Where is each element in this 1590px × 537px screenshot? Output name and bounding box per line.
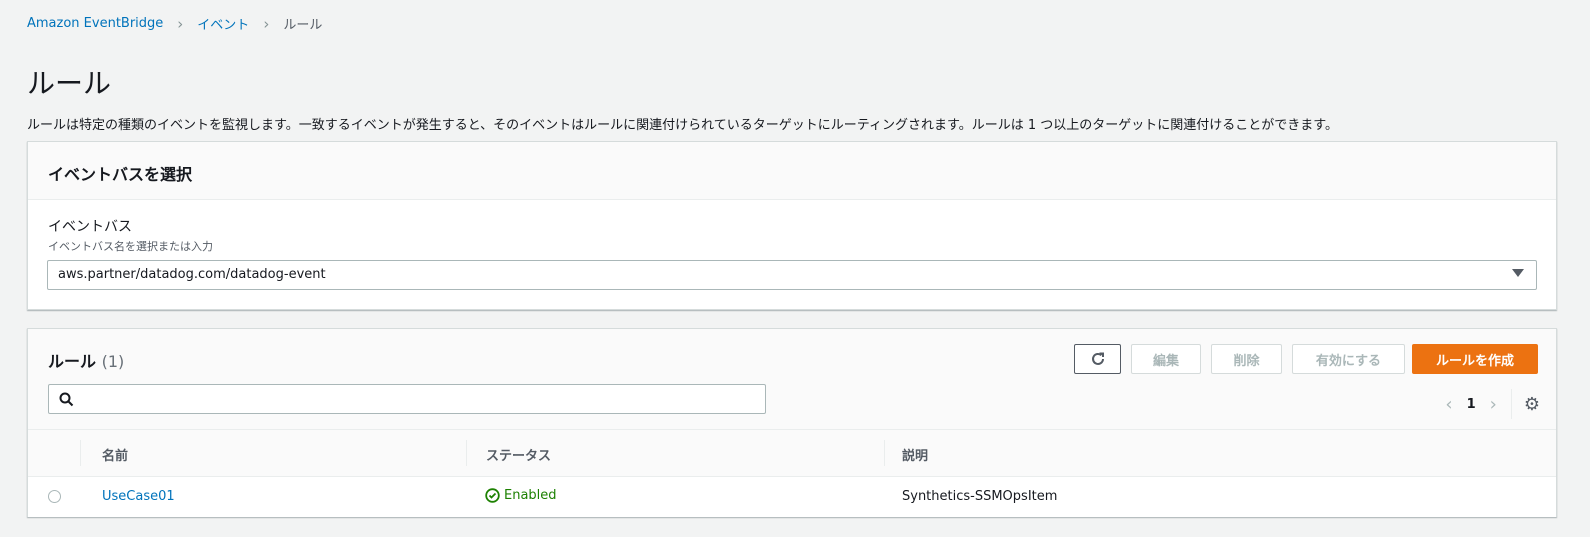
table-row[interactable]: UseCase01 Enabled Synthetics-SSMOpsItem — [28, 477, 1556, 517]
edit-button[interactable]: 編集 — [1131, 344, 1201, 374]
prev-page-icon[interactable]: ‹ — [1445, 394, 1452, 415]
next-page-icon[interactable]: › — [1490, 394, 1497, 415]
status-badge: Enabled — [485, 488, 557, 503]
chevron-right-icon: › — [177, 14, 184, 33]
eventbus-panel: イベントバスを選択 イベントバス イベントバス名を選択または入力 aws.par… — [27, 141, 1557, 310]
column-name[interactable]: 名前 — [102, 445, 128, 464]
breadcrumb: Amazon EventBridge › イベント › ルール — [27, 14, 323, 34]
refresh-button[interactable] — [1074, 344, 1121, 374]
search-input[interactable] — [48, 384, 766, 414]
table-header: 名前 ステータス 説明 — [28, 429, 1556, 477]
delete-button[interactable]: 削除 — [1211, 344, 1282, 374]
breadcrumb-events[interactable]: イベント — [197, 14, 249, 33]
eventbus-hint: イベントバス名を選択または入力 — [48, 240, 213, 253]
enable-button[interactable]: 有効にする — [1292, 344, 1405, 374]
rule-name-link[interactable]: UseCase01 — [102, 489, 175, 504]
check-circle-icon — [485, 488, 500, 503]
rules-title: ルール (1) — [48, 352, 125, 371]
column-description[interactable]: 説明 — [902, 445, 928, 464]
rules-panel: ルール (1) 編集 削除 有効にする ルールを作成 ‹ 1 › ⚙ 名前 ステ… — [27, 328, 1557, 517]
eventbus-panel-title: イベントバスを選択 — [28, 142, 1556, 200]
refresh-icon — [1091, 352, 1104, 365]
settings-gear-icon[interactable]: ⚙ — [1524, 394, 1540, 415]
page-description: ルールは特定の種類のイベントを監視します。一致するイベントが発生すると、そのイベ… — [27, 118, 1338, 133]
eventbus-select[interactable]: aws.partner/datadog.com/datadog-event — [47, 260, 1537, 290]
pagination: ‹ 1 › ⚙ — [1431, 389, 1540, 419]
search-icon — [59, 392, 74, 407]
eventbus-value: aws.partner/datadog.com/datadog-event — [58, 267, 326, 282]
rule-description: Synthetics-SSMOpsItem — [902, 489, 1058, 504]
breadcrumb-eventbridge[interactable]: Amazon EventBridge — [27, 16, 163, 31]
current-page[interactable]: 1 — [1467, 397, 1476, 412]
row-radio[interactable] — [48, 490, 61, 503]
caret-down-icon — [1512, 269, 1524, 277]
create-rule-button[interactable]: ルールを作成 — [1412, 344, 1538, 374]
eventbus-label: イベントバス — [48, 219, 132, 235]
page-title: ルール — [27, 67, 112, 100]
column-status[interactable]: ステータス — [486, 445, 551, 464]
breadcrumb-rules: ルール — [283, 18, 323, 33]
chevron-right-icon: › — [263, 14, 270, 33]
rules-count: (1) — [101, 352, 125, 371]
